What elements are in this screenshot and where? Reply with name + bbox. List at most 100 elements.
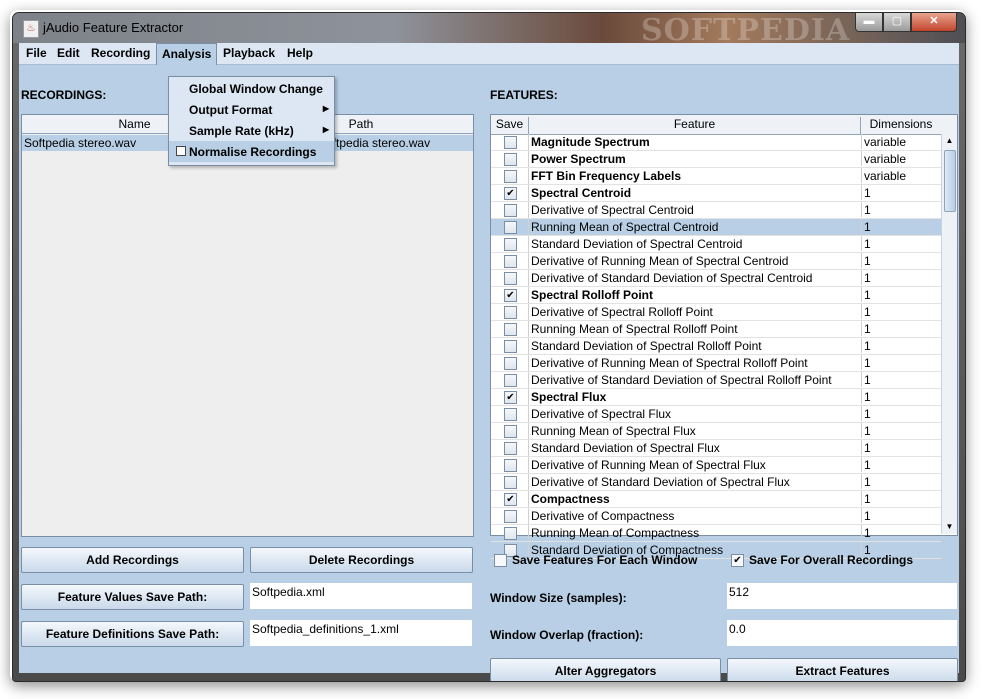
recordings-table[interactable]: Name Path Softpedia stereo.wav Softpedia… (21, 114, 474, 537)
menu-item-sample-rate[interactable]: Sample Rate (kHz) ▶ (169, 120, 334, 141)
table-row[interactable]: Running Mean of Compactness 1 (491, 525, 941, 542)
save-checkbox[interactable] (504, 374, 517, 387)
save-checkbox[interactable]: ✔ (504, 187, 517, 200)
table-row[interactable]: Derivative of Spectral Flux 1 (491, 406, 941, 423)
table-row[interactable]: Derivative of Spectral Rolloff Point 1 (491, 304, 941, 321)
save-checkbox[interactable] (504, 221, 517, 234)
save-cell (491, 151, 529, 167)
table-row[interactable]: ✔ Compactness 1 (491, 491, 941, 508)
feature-name: Derivative of Spectral Flux (531, 407, 672, 421)
menu-item-output-format[interactable]: Output Format ▶ (169, 99, 334, 120)
save-checkbox[interactable]: ✔ (504, 391, 517, 404)
title-bar[interactable]: ♨ jAudio Feature Extractor SOFTPEDIA ▬ ▢… (13, 13, 965, 48)
save-checkbox[interactable] (504, 425, 517, 438)
scroll-thumb[interactable] (944, 150, 956, 212)
feature-name: Running Mean of Spectral Centroid (531, 220, 719, 234)
maximize-button[interactable]: ▢ (883, 13, 911, 32)
table-row[interactable]: Running Mean of Spectral Flux 1 (491, 423, 941, 440)
save-checkbox[interactable] (504, 408, 517, 421)
alter-aggregators-button[interactable]: Alter Aggregators (490, 658, 721, 681)
save-each-window-label[interactable]: Save Features For Each Window (512, 553, 697, 567)
save-checkbox[interactable] (504, 272, 517, 285)
save-checkbox[interactable] (504, 136, 517, 149)
table-row[interactable]: Derivative of Running Mean of Spectral R… (491, 355, 941, 372)
feature-values-save-path-button[interactable]: Feature Values Save Path: (21, 584, 244, 610)
save-cell (491, 321, 529, 337)
save-overall-label[interactable]: Save For Overall Recordings (749, 553, 913, 567)
feature-name: Spectral Centroid (531, 186, 632, 200)
menu-file[interactable]: File (26, 46, 47, 60)
column-dimensions[interactable]: Dimensions (861, 117, 941, 134)
table-row[interactable]: Standard Deviation of Spectral Rolloff P… (491, 338, 941, 355)
feature-definitions-save-path-button[interactable]: Feature Definitions Save Path: (21, 621, 244, 647)
save-checkbox[interactable] (504, 357, 517, 370)
save-checkbox[interactable] (504, 153, 517, 166)
menu-bar: File Edit Recording Analysis Playback He… (19, 43, 959, 65)
table-row[interactable]: FFT Bin Frequency Labels variable (491, 168, 941, 185)
save-checkbox[interactable] (504, 340, 517, 353)
feature-definitions-path-text: Softpedia_definitions_1.xml (252, 622, 399, 636)
extract-features-button[interactable]: Extract Features (727, 658, 958, 681)
table-row[interactable]: Derivative of Standard Deviation of Spec… (491, 372, 941, 389)
app-window: ♨ jAudio Feature Extractor SOFTPEDIA ▬ ▢… (12, 12, 966, 682)
table-row[interactable]: Derivative of Standard Deviation of Spec… (491, 270, 941, 287)
menu-help[interactable]: Help (287, 46, 313, 60)
save-checkbox[interactable] (504, 527, 517, 540)
scroll-up-icon[interactable]: ▲ (942, 134, 957, 148)
save-checkbox[interactable] (504, 442, 517, 455)
table-row[interactable]: Derivative of Compactness 1 (491, 508, 941, 525)
menu-item-normalise-recordings[interactable]: Normalise Recordings (169, 141, 334, 162)
menu-analysis[interactable]: Analysis (156, 43, 218, 65)
table-row[interactable]: Derivative of Running Mean of Spectral F… (491, 457, 941, 474)
save-checkbox[interactable] (504, 459, 517, 472)
table-row[interactable]: Power Spectrum variable (491, 151, 941, 168)
normalise-checkbox-icon[interactable] (176, 146, 186, 156)
save-checkbox[interactable] (504, 238, 517, 251)
minimize-button[interactable]: ▬ (855, 13, 883, 32)
table-row[interactable]: Magnitude Spectrum variable (491, 134, 941, 151)
window-size-field[interactable]: 512 (727, 583, 957, 609)
table-row[interactable]: Derivative of Spectral Centroid 1 (491, 202, 941, 219)
save-checkbox[interactable] (504, 170, 517, 183)
menu-edit[interactable]: Edit (57, 46, 80, 60)
table-row[interactable]: Running Mean of Spectral Rolloff Point 1 (491, 321, 941, 338)
save-checkbox[interactable]: ✔ (504, 493, 517, 506)
save-checkbox[interactable] (504, 204, 517, 217)
save-cell (491, 202, 529, 218)
feature-dimensions: 1 (861, 236, 871, 251)
close-button[interactable]: ✕ (911, 13, 957, 32)
column-save[interactable]: Save (491, 117, 529, 134)
save-cell (491, 338, 529, 354)
column-feature[interactable]: Feature (529, 117, 861, 134)
save-checkbox[interactable] (504, 510, 517, 523)
save-checkbox[interactable] (504, 255, 517, 268)
save-cell (491, 168, 529, 184)
save-cell (491, 236, 529, 252)
save-each-window-checkbox[interactable] (494, 554, 507, 567)
delete-recordings-button[interactable]: Delete Recordings (250, 547, 473, 573)
save-checkbox[interactable]: ✔ (504, 289, 517, 302)
features-table[interactable]: Save Feature Dimensions Magnitude Spectr… (490, 114, 958, 559)
save-checkbox[interactable] (504, 476, 517, 489)
feature-values-path-field[interactable]: Softpedia.xml (250, 583, 472, 609)
table-row[interactable]: Derivative of Standard Deviation of Spec… (491, 474, 941, 491)
features-scrollbar[interactable]: ▲ ▼ (941, 134, 957, 534)
menu-item-global-window-change[interactable]: Global Window Change (169, 78, 334, 99)
add-recordings-button[interactable]: Add Recordings (21, 547, 244, 573)
menu-playback[interactable]: Playback (223, 46, 275, 60)
feature-dimensions: 1 (861, 474, 871, 489)
table-row[interactable]: ✔ Spectral Rolloff Point 1 (491, 287, 941, 304)
table-row[interactable]: ✔ Spectral Centroid 1 (491, 185, 941, 202)
window-overlap-field[interactable]: 0.0 (727, 620, 957, 646)
save-overall-checkbox[interactable]: ✔ (731, 554, 744, 567)
menu-recording[interactable]: Recording (91, 46, 150, 60)
feature-definitions-path-field[interactable]: Softpedia_definitions_1.xml (250, 620, 472, 646)
scroll-down-icon[interactable]: ▼ (942, 520, 957, 534)
table-row[interactable]: Derivative of Running Mean of Spectral C… (491, 253, 941, 270)
save-checkbox[interactable] (504, 323, 517, 336)
table-row[interactable]: Running Mean of Spectral Centroid 1 (491, 219, 941, 236)
save-checkbox[interactable] (504, 306, 517, 319)
table-row[interactable]: Standard Deviation of Spectral Centroid 1 (491, 236, 941, 253)
table-row[interactable]: ✔ Spectral Flux 1 (491, 389, 941, 406)
table-row[interactable]: Standard Deviation of Spectral Flux 1 (491, 440, 941, 457)
